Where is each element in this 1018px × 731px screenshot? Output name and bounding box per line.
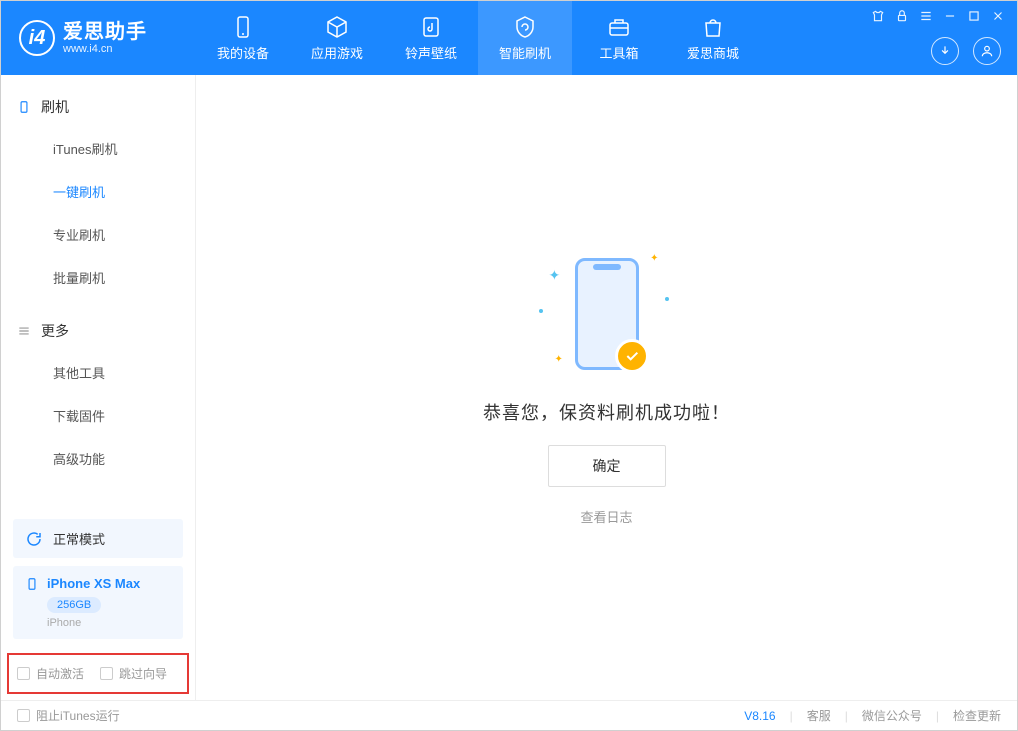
header-actions xyxy=(931,37,1001,65)
sidebar-item-itunes-flash[interactable]: iTunes刷机 xyxy=(1,127,195,170)
cube-icon xyxy=(325,15,349,39)
logo[interactable]: i4 爱思助手 www.i4.cn xyxy=(1,20,196,56)
footer-link-support[interactable]: 客服 xyxy=(807,707,831,724)
sidebar-item-other-tools[interactable]: 其他工具 xyxy=(1,351,195,394)
ok-button[interactable]: 确定 xyxy=(548,445,666,487)
sidebar-section-flash: 刷机 xyxy=(1,93,195,127)
lock-icon[interactable] xyxy=(895,9,909,23)
device-icon xyxy=(17,100,31,114)
device-type: iPhone xyxy=(47,617,171,629)
checkbox-auto-activate[interactable]: 自动激活 xyxy=(17,665,84,682)
checkbox-icon xyxy=(17,709,30,722)
sidebar-item-oneclick-flash[interactable]: 一键刷机 xyxy=(1,170,195,213)
header: i4 爱思助手 www.i4.cn 我的设备 应用游戏 铃声壁纸 智能刷机 工具… xyxy=(1,1,1017,75)
app-title: 爱思助手 xyxy=(63,21,147,43)
nav-tabs: 我的设备 应用游戏 铃声壁纸 智能刷机 工具箱 爱思商城 xyxy=(196,1,760,75)
success-message: 恭喜您，保资料刷机成功啦！ xyxy=(483,399,730,425)
bag-icon xyxy=(701,15,725,39)
success-illustration: ✦ ✦ ✦ xyxy=(537,249,677,379)
shield-refresh-icon xyxy=(513,15,537,39)
user-button[interactable] xyxy=(973,37,1001,65)
titlebar-controls xyxy=(871,9,1005,23)
download-button[interactable] xyxy=(931,37,959,65)
mode-card[interactable]: 正常模式 xyxy=(13,519,183,558)
tab-apps-games[interactable]: 应用游戏 xyxy=(290,1,384,75)
sparkle-icon: ✦ xyxy=(549,267,561,284)
toolbox-icon xyxy=(607,15,631,39)
checkbox-icon xyxy=(17,667,30,680)
tab-store[interactable]: 爱思商城 xyxy=(666,1,760,75)
tab-ringtones[interactable]: 铃声壁纸 xyxy=(384,1,478,75)
sparkle-icon: ✦ xyxy=(555,354,563,365)
sidebar-item-advanced[interactable]: 高级功能 xyxy=(1,437,195,480)
version-label: V8.16 xyxy=(744,709,775,723)
music-file-icon xyxy=(419,15,443,39)
refresh-icon xyxy=(25,530,43,548)
footer: 阻止iTunes运行 V8.16 | 客服 | 微信公众号 | 检查更新 xyxy=(1,700,1017,730)
app-url: www.i4.cn xyxy=(63,43,147,55)
minimize-icon[interactable] xyxy=(943,9,957,23)
tab-my-device[interactable]: 我的设备 xyxy=(196,1,290,75)
sidebar-section-more: 更多 xyxy=(1,317,195,351)
sidebar: 刷机 iTunes刷机 一键刷机 专业刷机 批量刷机 更多 其他工具 下载固件 … xyxy=(1,75,196,700)
checkbox-skip-wizard[interactable]: 跳过向导 xyxy=(100,665,167,682)
tshirt-icon[interactable] xyxy=(871,9,885,23)
sidebar-item-download-firmware[interactable]: 下载固件 xyxy=(1,394,195,437)
sidebar-item-pro-flash[interactable]: 专业刷机 xyxy=(1,213,195,256)
device-name: iPhone XS Max xyxy=(47,576,140,591)
tab-smart-flash[interactable]: 智能刷机 xyxy=(478,1,572,75)
maximize-icon[interactable] xyxy=(967,9,981,23)
device-storage: 256GB xyxy=(47,597,101,613)
checkbox-icon xyxy=(100,667,113,680)
dot-icon xyxy=(665,297,669,301)
menu-icon[interactable] xyxy=(919,9,933,23)
checkbox-block-itunes[interactable]: 阻止iTunes运行 xyxy=(17,707,120,724)
close-icon[interactable] xyxy=(991,9,1005,23)
footer-link-update[interactable]: 检查更新 xyxy=(953,707,1001,724)
list-icon xyxy=(17,324,31,338)
view-log-link[interactable]: 查看日志 xyxy=(580,507,632,526)
tab-toolbox[interactable]: 工具箱 xyxy=(572,1,666,75)
footer-link-wechat[interactable]: 微信公众号 xyxy=(862,707,922,724)
device-card[interactable]: iPhone XS Max 256GB iPhone xyxy=(13,566,183,639)
phone-icon xyxy=(231,15,255,39)
dot-icon xyxy=(539,309,543,313)
sparkle-icon: ✦ xyxy=(650,253,658,264)
sidebar-item-batch-flash[interactable]: 批量刷机 xyxy=(1,256,195,299)
highlighted-checkbox-row: 自动激活 跳过向导 xyxy=(7,653,189,694)
check-badge-icon xyxy=(615,339,649,373)
logo-icon: i4 xyxy=(19,20,55,56)
phone-small-icon xyxy=(25,577,39,591)
main-content: ✦ ✦ ✦ 恭喜您，保资料刷机成功啦！ 确定 查看日志 xyxy=(196,75,1017,700)
